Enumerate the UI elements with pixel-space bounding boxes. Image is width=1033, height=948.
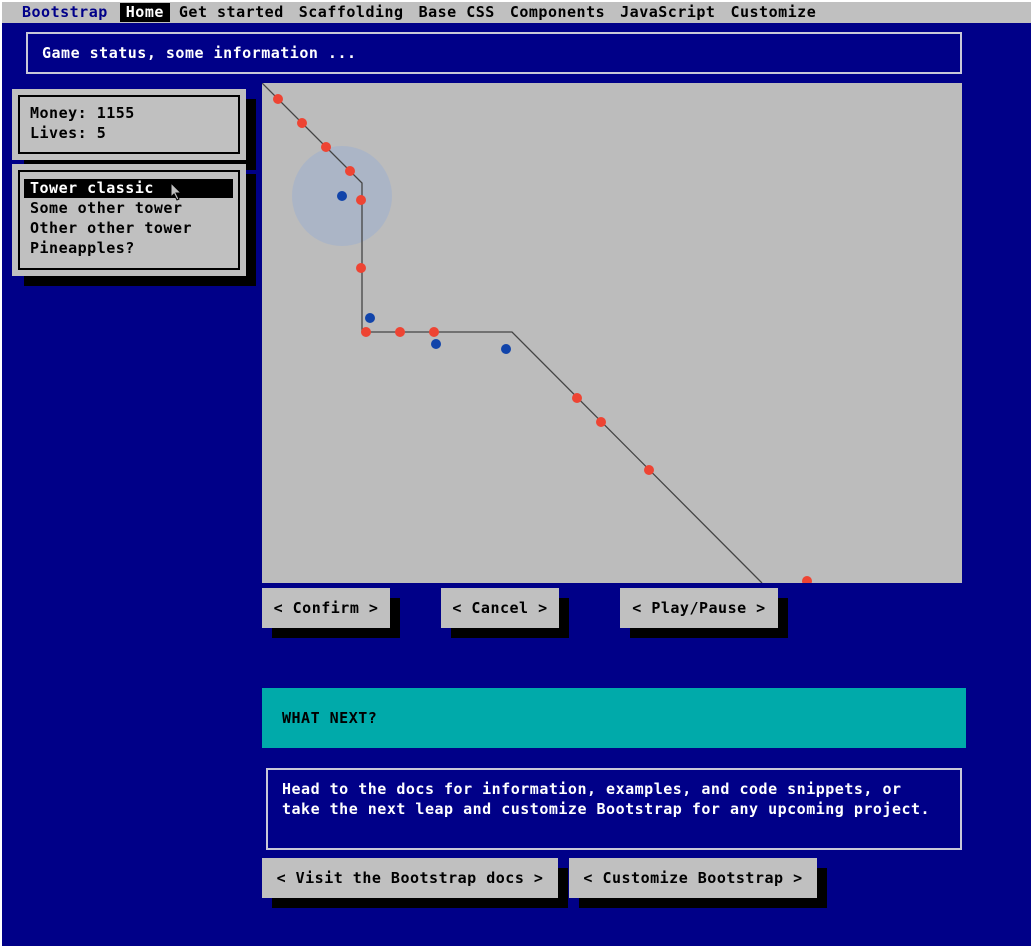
nav-item-base-css[interactable]: Base CSS <box>413 3 501 22</box>
enemy <box>345 166 355 176</box>
tower-option-label: Some other tower <box>30 199 183 217</box>
enemy <box>596 417 606 427</box>
tower-option-label: Pineapples? <box>30 239 135 257</box>
tower[interactable] <box>337 191 347 201</box>
enemy-path <box>262 83 763 583</box>
nav-item-get-started[interactable]: Get started <box>173 3 290 22</box>
game-status-text: Game status, some information ... <box>42 44 357 62</box>
info-box: Head to the docs for information, exampl… <box>266 768 962 850</box>
enemy <box>429 327 439 337</box>
game-map-canvas[interactable] <box>262 83 962 583</box>
enemy <box>273 94 283 104</box>
tower-option-classic[interactable]: Tower classic <box>24 179 233 198</box>
enemy <box>572 393 582 403</box>
confirm-button[interactable]: < Confirm > <box>262 588 390 628</box>
tower[interactable] <box>431 339 441 349</box>
tower[interactable] <box>501 344 511 354</box>
lives-label: Lives: 5 <box>30 124 107 142</box>
visit-docs-button[interactable]: < Visit the Bootstrap docs > <box>262 858 558 898</box>
play-pause-button-label: < Play/Pause > <box>632 599 766 617</box>
tower-option-pineapples[interactable]: Pineapples? <box>24 239 233 258</box>
enemy <box>395 327 405 337</box>
money-label: Money: 1155 <box>30 104 135 122</box>
tower-select-panel: Tower classic Some other tower Other oth… <box>12 164 246 276</box>
visit-docs-button-label: < Visit the Bootstrap docs > <box>276 869 544 887</box>
customize-bootstrap-button[interactable]: < Customize Bootstrap > <box>569 858 817 898</box>
navbar-brand[interactable]: Bootstrap <box>16 3 114 22</box>
enemy <box>297 118 307 128</box>
enemy <box>802 576 812 583</box>
game-status-bar: Game status, some information ... <box>26 32 962 74</box>
info-text: Head to the docs for information, exampl… <box>282 780 931 818</box>
what-next-heading: WHAT NEXT? <box>282 709 378 727</box>
top-navbar: Bootstrap Home Get started Scaffolding B… <box>2 2 1031 23</box>
nav-item-home[interactable]: Home <box>119 3 170 22</box>
cancel-button-label: < Cancel > <box>452 599 548 617</box>
enemy <box>356 195 366 205</box>
enemy <box>321 142 331 152</box>
stats-panel: Money: 1155 Lives: 5 <box>12 89 246 160</box>
play-pause-button[interactable]: < Play/Pause > <box>620 588 778 628</box>
enemy <box>361 327 371 337</box>
game-map[interactable] <box>262 83 962 583</box>
what-next-banner: WHAT NEXT? <box>262 688 966 748</box>
nav-item-customize[interactable]: Customize <box>724 3 822 22</box>
mouse-cursor-icon <box>170 182 183 201</box>
enemy <box>356 263 366 273</box>
confirm-button-label: < Confirm > <box>273 599 379 617</box>
nav-item-scaffolding[interactable]: Scaffolding <box>293 3 410 22</box>
cancel-button[interactable]: < Cancel > <box>441 588 559 628</box>
tower[interactable] <box>365 313 375 323</box>
tower-option-other[interactable]: Some other tower <box>24 199 233 218</box>
nav-item-javascript[interactable]: JavaScript <box>614 3 721 22</box>
customize-bootstrap-button-label: < Customize Bootstrap > <box>583 869 803 887</box>
enemy <box>644 465 654 475</box>
tower-option-label: Other other tower <box>30 219 193 237</box>
tower-option-other-other[interactable]: Other other tower <box>24 219 233 238</box>
tower-option-label: Tower classic <box>30 179 154 197</box>
nav-item-components[interactable]: Components <box>504 3 611 22</box>
